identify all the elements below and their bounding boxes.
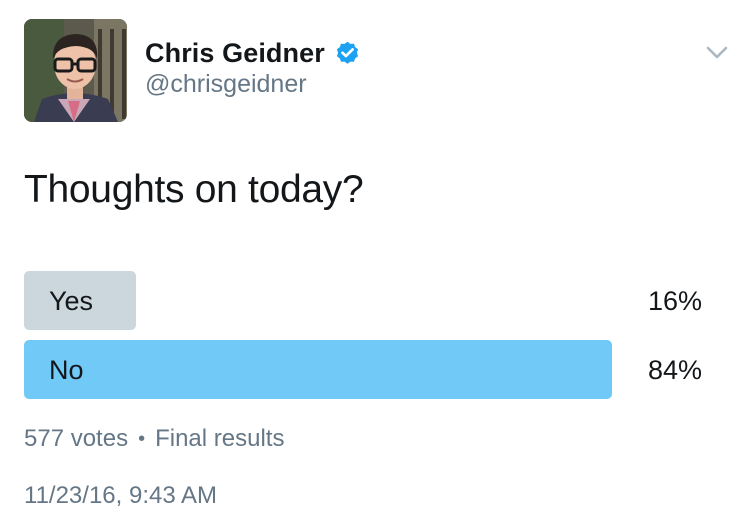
poll-choice-label: Yes <box>49 286 94 316</box>
poll-meta: 577 votes • Final results <box>24 425 284 453</box>
poll-choice-percent: 84% <box>647 355 702 385</box>
poll-bar <box>24 340 612 399</box>
chevron-down-icon[interactable] <box>705 43 729 63</box>
poll: Yes 16% No 84% <box>24 271 714 409</box>
tweet-text: Thoughts on today? <box>24 168 364 211</box>
poll-choice-no: No 84% <box>24 340 714 399</box>
separator-dot: • <box>138 427 146 450</box>
poll-choice-label: No <box>49 355 84 385</box>
tweet-card: Chris Geidner @chrisgeidner Thoughts on … <box>0 0 750 518</box>
poll-choice-yes: Yes 16% <box>24 271 714 330</box>
profile-photo-icon <box>24 19 127 122</box>
poll-vote-count: 577 votes <box>24 425 129 452</box>
author-name[interactable]: Chris Geidner <box>145 38 325 69</box>
author-name-row: Chris Geidner <box>145 35 361 71</box>
poll-choice-percent: 16% <box>647 286 702 316</box>
verified-badge-icon <box>336 41 358 64</box>
author-handle[interactable]: @chrisgeidner <box>145 70 307 99</box>
tweet-timestamp[interactable]: 11/23/16, 9:43 AM <box>24 482 217 510</box>
avatar[interactable] <box>24 19 127 122</box>
poll-status: Final results <box>155 425 285 452</box>
